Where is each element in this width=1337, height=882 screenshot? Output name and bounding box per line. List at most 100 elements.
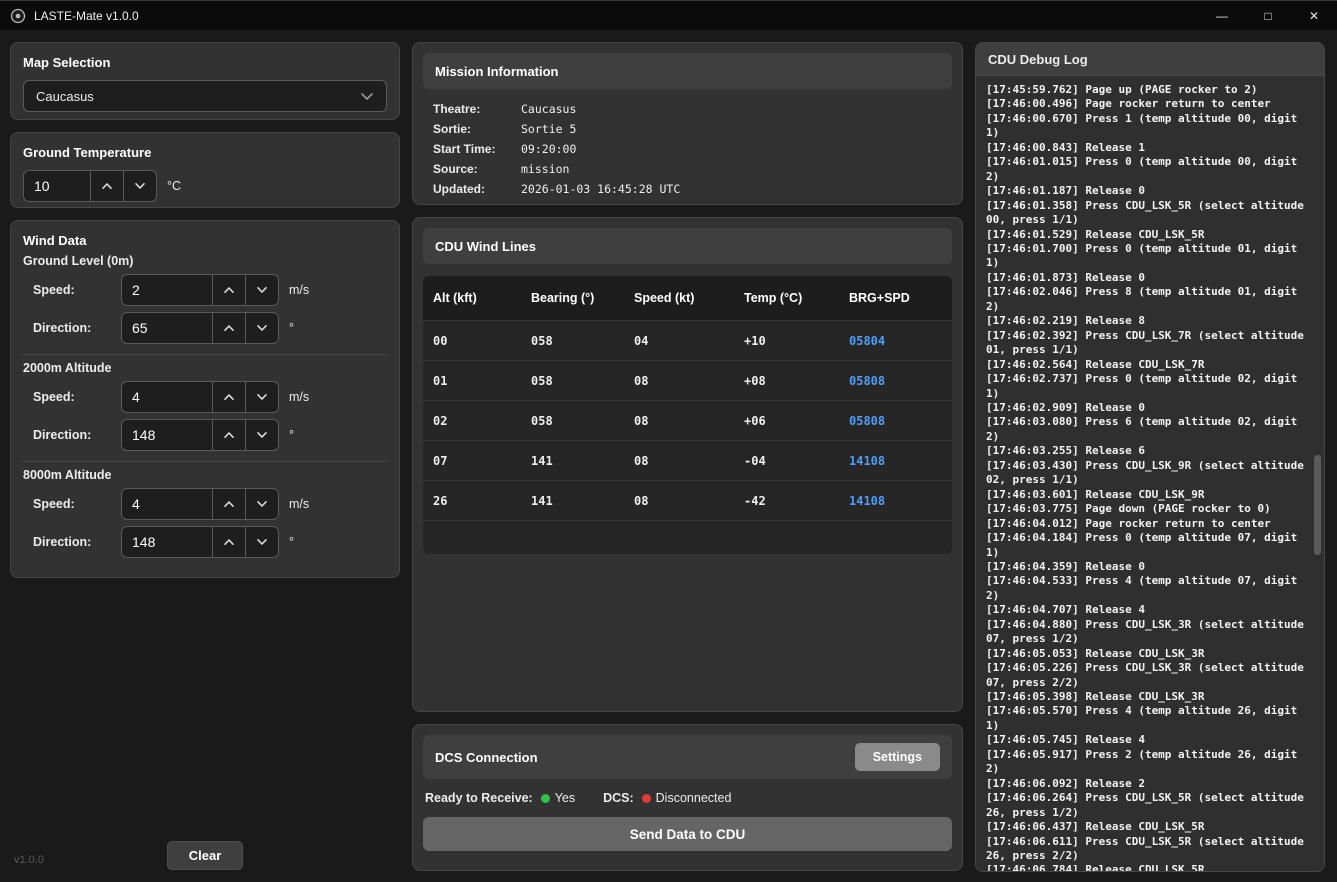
- log-entry: [17:45:59.762] Page up (PAGE rocker to 2…: [986, 83, 1316, 97]
- decrement-button[interactable]: [246, 488, 279, 520]
- decrement-button[interactable]: [246, 526, 279, 558]
- map-selection-panel: Map Selection Caucasus: [10, 42, 400, 120]
- wind-table-cell: 058: [531, 414, 634, 428]
- log-entry: [17:46:05.745] Release 4: [986, 733, 1316, 747]
- wind-table-cell: 05804: [849, 334, 952, 348]
- clear-button[interactable]: Clear: [167, 841, 243, 870]
- dcs-status-dot: [642, 794, 651, 803]
- section-divider: [23, 354, 387, 355]
- speed-input[interactable]: [121, 274, 213, 306]
- wind-table-row[interactable]: 0714108-0414108: [423, 440, 952, 480]
- window-title: LASTE-Mate v1.0.0: [34, 9, 139, 23]
- wind-table-cell: 08: [634, 494, 744, 508]
- log-entry: [17:46:02.392] Press CDU_LSK_7R (select …: [986, 329, 1316, 358]
- speed-input[interactable]: [121, 381, 213, 413]
- minimize-button[interactable]: —: [1199, 1, 1245, 30]
- increment-button[interactable]: [91, 170, 124, 202]
- decrement-button[interactable]: [246, 419, 279, 451]
- wind-table-cell: 05808: [849, 414, 952, 428]
- increment-button[interactable]: [213, 312, 246, 344]
- maximize-icon: □: [1264, 10, 1271, 22]
- increment-button[interactable]: [213, 274, 246, 306]
- settings-button[interactable]: Settings: [855, 743, 940, 771]
- unit-label: m/s: [289, 497, 309, 511]
- temperature-input[interactable]: [23, 170, 91, 202]
- wind-table-cell: 08: [634, 414, 744, 428]
- direction-input[interactable]: [121, 312, 213, 344]
- wind-table-cell: 00: [423, 334, 531, 348]
- wind-table-cell: 08: [634, 374, 744, 388]
- wind-table-header: Alt (kft)Bearing (°)Speed (kt)Temp (°C)B…: [423, 276, 952, 320]
- dcs-connection-header: DCS Connection Settings: [423, 735, 952, 779]
- wind-table-cell: 14108: [849, 494, 952, 508]
- close-button[interactable]: ✕: [1291, 1, 1337, 30]
- direction-input[interactable]: [121, 419, 213, 451]
- window-controls: — □ ✕: [1199, 1, 1337, 30]
- increment-button[interactable]: [213, 381, 246, 413]
- log-entry: [17:46:02.909] Release 0: [986, 401, 1316, 415]
- log-entry: [17:46:04.707] Release 4: [986, 603, 1316, 617]
- ground-temperature-title: Ground Temperature: [23, 145, 387, 160]
- increment-button[interactable]: [213, 419, 246, 451]
- middle-column: Mission Information Theatre:CaucasusSort…: [412, 42, 963, 871]
- scrollbar-thumb[interactable]: [1314, 455, 1321, 555]
- dcs-status-label: DCS:: [603, 791, 634, 805]
- wind-table-row[interactable]: 0205808+0605808: [423, 400, 952, 440]
- dcs-connection-title: DCS Connection: [435, 750, 538, 765]
- wind-section: 8000m AltitudeSpeed:m/sDirection:°: [23, 468, 387, 558]
- chevron-down-icon: [360, 92, 374, 101]
- send-data-to-cdu-button[interactable]: Send Data to CDU: [423, 817, 952, 851]
- ground-temperature-panel: Ground Temperature °C: [10, 132, 400, 208]
- wind-table-cell: 08: [634, 454, 744, 468]
- wind-sections: Ground Level (0m)Speed:m/sDirection:°200…: [23, 254, 387, 558]
- log-entry: [17:46:01.015] Press 0 (temp altitude 00…: [986, 155, 1316, 184]
- log-entry: [17:46:03.255] Release 6: [986, 444, 1316, 458]
- mission-row-label: Source:: [433, 162, 521, 176]
- wind-table-row[interactable]: 0105808+0805808: [423, 360, 952, 400]
- direction-input[interactable]: [121, 526, 213, 558]
- wind-table-cell: -42: [744, 494, 849, 508]
- log-entry: [17:46:03.080] Press 6 (temp altitude 02…: [986, 415, 1316, 444]
- increment-button[interactable]: [213, 526, 246, 558]
- mission-row: Updated:2026-01-03 16:45:28 UTC: [433, 179, 942, 199]
- unit-label: °: [289, 535, 294, 549]
- log-entry: [17:46:01.700] Press 0 (temp altitude 01…: [986, 242, 1316, 271]
- wind-table-cell: 01: [423, 374, 531, 388]
- decrement-button[interactable]: [124, 170, 157, 202]
- wind-table-cell: -04: [744, 454, 849, 468]
- wind-table-cell: 05808: [849, 374, 952, 388]
- wind-table-row[interactable]: 0005804+1005804: [423, 320, 952, 360]
- speed-row: Speed:m/s: [23, 488, 387, 520]
- log-entry: [17:46:05.226] Press CDU_LSK_3R (select …: [986, 661, 1316, 690]
- wind-section-label: Ground Level (0m): [23, 254, 387, 268]
- direction-label: Direction:: [23, 428, 121, 442]
- increment-button[interactable]: [213, 488, 246, 520]
- speed-input[interactable]: [121, 488, 213, 520]
- left-column: Map Selection Caucasus Ground Temperatur…: [10, 42, 400, 872]
- cdu-wind-lines-header: CDU Wind Lines: [423, 228, 952, 264]
- decrement-button[interactable]: [246, 312, 279, 344]
- cdu-debug-log-header: CDU Debug Log: [976, 43, 1324, 76]
- log-entry: [17:46:04.533] Press 4 (temp altitude 07…: [986, 574, 1316, 603]
- wind-data-title: Wind Data: [23, 233, 387, 248]
- wind-table-footer: [423, 520, 952, 554]
- log-entry: [17:46:05.570] Press 4 (temp altitude 26…: [986, 704, 1316, 733]
- right-column: CDU Debug Log [17:45:59.762] Page up (PA…: [975, 42, 1325, 872]
- unit-label: °: [289, 428, 294, 442]
- decrement-button[interactable]: [246, 274, 279, 306]
- log-entry: [17:46:05.917] Press 2 (temp altitude 26…: [986, 748, 1316, 777]
- mission-row-value: 2026-01-03 16:45:28 UTC: [521, 182, 680, 196]
- log-entry: [17:46:04.880] Press CDU_LSK_3R (select …: [986, 618, 1316, 647]
- mission-information-panel: Mission Information Theatre:CaucasusSort…: [412, 42, 963, 205]
- decrement-button[interactable]: [246, 381, 279, 413]
- titlebar: LASTE-Mate v1.0.0 — □ ✕: [0, 0, 1337, 30]
- map-select-dropdown[interactable]: Caucasus: [23, 80, 387, 112]
- wind-table-column-header: Bearing (°): [531, 291, 634, 305]
- maximize-button[interactable]: □: [1245, 1, 1291, 30]
- log-entry: [17:46:06.264] Press CDU_LSK_5R (select …: [986, 791, 1316, 820]
- direction-row: Direction:°: [23, 312, 387, 344]
- log-entry: [17:46:00.496] Page rocker return to cen…: [986, 97, 1316, 111]
- log-entry: [17:46:05.053] Release CDU_LSK_3R: [986, 647, 1316, 661]
- wind-table-row[interactable]: 2614108-4214108: [423, 480, 952, 520]
- connection-status-row: Ready to Receive: Yes DCS: Disconnected: [425, 791, 950, 805]
